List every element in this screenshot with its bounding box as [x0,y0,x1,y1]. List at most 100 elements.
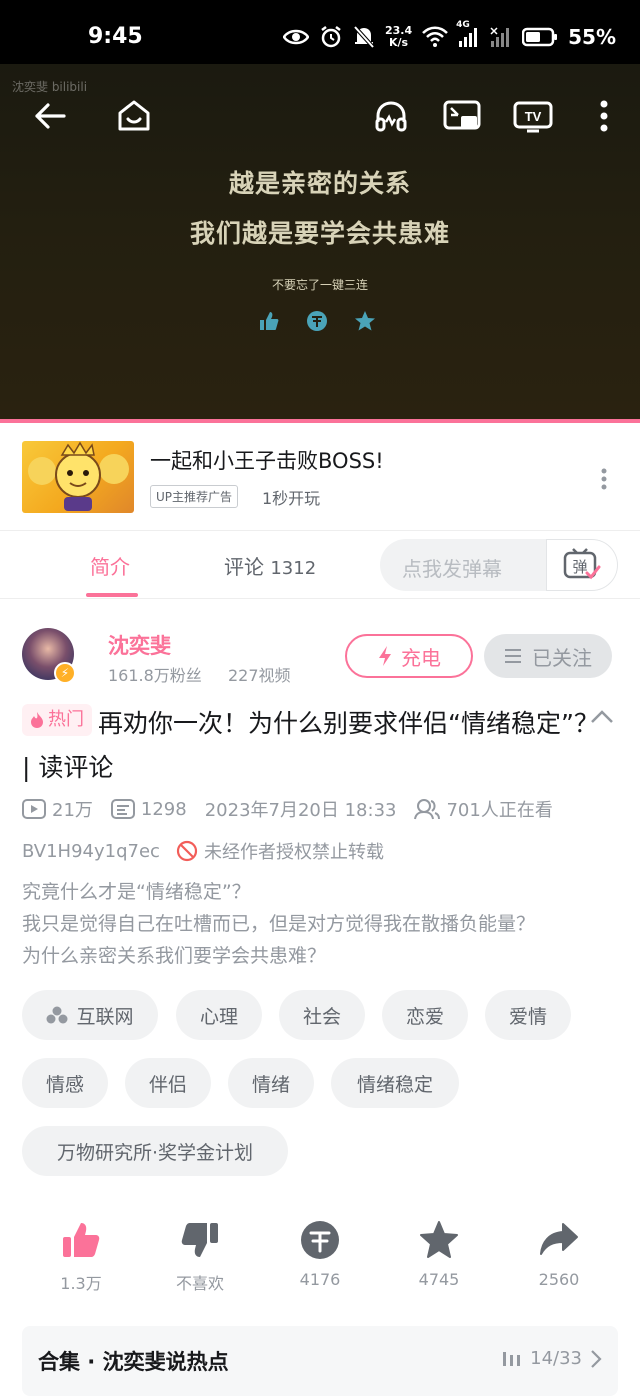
danmaku-stat: 1298 [110,798,187,820]
uploader-name[interactable]: 沈奕斐 [108,630,171,660]
video-like-icon [260,312,279,330]
bvid-row: BV1H94y1q7ec 未经作者授权禁止转载 [22,838,384,864]
svg-text:TV: TV [525,109,542,124]
coin-icon [301,1221,339,1259]
watching-stat: 701人正在看 [414,796,553,822]
hot-badge[interactable]: 热门 [22,704,92,736]
status-icons: 23.4 K/s 4G 55% [282,20,616,54]
back-button[interactable] [26,92,74,140]
video-title-text: 再劝你一次！为什么别要求伴侣“情绪稳定”？ | 读评论 [22,709,599,782]
danmu-button-text: 弹 [572,558,587,576]
uploader-video-count: 227视频 [228,666,291,685]
bvid[interactable]: BV1H94y1q7ec [22,841,160,862]
watching-people-icon [414,799,441,820]
coin-count: 4176 [299,1270,341,1289]
star-icon [420,1221,458,1258]
channel-dots-icon [46,1006,68,1024]
danmu-placeholder: 点我发弹幕 [402,557,502,581]
description-line: 究竟什么才是“情绪稳定”？ [22,881,251,903]
mute-bell-icon [353,25,375,49]
like-button[interactable]: 1.3万 [31,1220,131,1294]
tag-chip[interactable]: 爱情 [485,990,571,1040]
alarm-icon [321,26,341,48]
publish-date: 2023年7月20日 18:33 [204,800,397,821]
video-triple-icons [258,310,378,331]
favorite-button[interactable]: 4745 [389,1220,489,1289]
ad-subtitle: 1秒开玩 [262,489,321,508]
description-line: 我只是觉得自己在吐槽而已，但是对方觉得我在散播负能量？ [22,913,536,935]
tab-intro[interactable]: 简介 [90,551,130,580]
status-time: 9:45 [88,24,143,49]
dislike-label: 不喜欢 [175,1274,224,1293]
ad-card[interactable]: 一起和小王子击败BOSS! UP主推荐广告 1秒开玩 [0,423,640,531]
charge-label: 充电 [401,645,441,670]
follow-button[interactable]: 已关注 [484,634,612,678]
description-line: 为什么亲密关系我们要学会共患难？ [22,945,327,967]
danmu-toggle-button[interactable]: 弹 [546,539,618,591]
ad-game-art [28,441,129,511]
tag-chip[interactable]: 伴侣 [125,1058,211,1108]
lightning-icon [379,646,391,666]
tag-chip[interactable]: 情感 [22,1058,108,1108]
collapse-chevron-icon[interactable] [590,708,614,724]
video-caption-line3: 不要忘了一键三连 [271,278,368,292]
watching-count: 701人正在看 [446,800,553,821]
no-repost-text: 未经作者授权禁止转载 [203,842,384,863]
video-stats: 21万 1298 2023年7月20日 18:33 701人正在看 [22,794,571,824]
danmaku-count: 1298 [140,798,187,820]
tab-active-indicator [86,593,138,597]
play-count-icon [22,799,46,819]
tag-chip[interactable]: 心理 [176,990,262,1040]
ad-title[interactable]: 一起和小王子击败BOSS! [150,445,384,475]
pip-button[interactable] [438,92,486,140]
charge-button[interactable]: 充电 [345,634,473,678]
tag-chip[interactable]: 恋爱 [382,990,468,1040]
share-button[interactable]: 2560 [509,1220,609,1289]
video-star-icon [355,311,375,331]
video-caption-line2: 我们越是要学会共患难 [189,219,450,248]
coin-button[interactable]: 4176 [270,1220,370,1289]
collection-progress: 14/33 [502,1348,602,1369]
tag-chip[interactable]: 情绪稳定 [331,1058,459,1108]
danmu-icon: 弹 [563,548,601,580]
uploader-followers: 161.8万粉丝 [108,666,202,685]
tag-chip[interactable]: 互联网 [22,990,158,1040]
tag-chip[interactable]: 情绪 [228,1058,314,1108]
prohibited-icon [176,840,198,862]
signal-2-icon [490,27,510,47]
ad-label-badge: UP主推荐广告 [150,485,239,508]
thumbs-up-icon [63,1223,100,1257]
tag-label: 互联网 [76,1005,134,1028]
flame-icon [31,712,43,728]
collection-count: 14/33 [530,1348,582,1369]
cast-tv-button[interactable]: TV [509,92,557,140]
home-button[interactable] [110,92,158,140]
thumbs-down-icon [181,1223,218,1257]
more-vertical-icon [600,100,608,132]
favorite-count: 4745 [418,1270,460,1289]
tag-chip[interactable]: 万物研究所·奖学金计划 [22,1126,288,1176]
views-stat: 21万 [22,796,93,822]
action-bar: 1.3万 不喜欢 4176 4745 2560 [0,1220,640,1300]
share-arrow-icon [540,1223,578,1255]
share-count: 2560 [538,1270,580,1289]
tab-comments-label: 评论 [224,555,264,579]
video-caption-line1: 越是亲密的关系 [228,169,411,198]
eye-icon [282,29,309,45]
playlist-bars-icon [503,1351,521,1366]
network-type: 4G [456,20,470,30]
ad-more-icon[interactable] [596,467,612,491]
chevron-right-icon [591,1349,602,1368]
video-description: 究竟什么才是“情绪稳定”？ 我只是觉得自己在吐槽而已，但是对方觉得我在散播负能量… [22,876,622,972]
video-player[interactable]: 沈奕斐 bilibili TV 越是亲密的关系 我们越是要学会共患难 不要忘了一… [0,64,640,420]
tag-chip[interactable]: 社会 [279,990,365,1040]
back-arrow-icon [35,103,66,129]
more-options-button[interactable] [580,92,628,140]
ad-thumbnail[interactable] [22,441,134,513]
battery-percent: 55% [568,25,616,49]
dislike-button[interactable]: 不喜欢 [150,1220,250,1294]
danmu-input[interactable]: 点我发弹幕 弹 [380,539,618,591]
listen-button[interactable] [367,92,415,140]
signal-4g: 4G [456,20,480,48]
tab-comments[interactable]: 评论 1312 [224,551,316,580]
